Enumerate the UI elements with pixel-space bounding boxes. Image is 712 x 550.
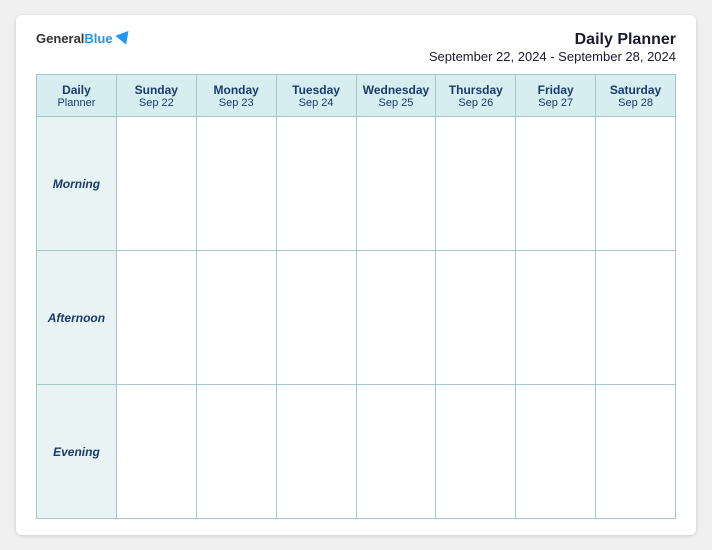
day-date-tue: Sep 24: [280, 97, 353, 109]
cell-morning-mon[interactable]: [196, 117, 276, 251]
header-row: Daily Planner Sunday Sep 22 Monday Sep 2…: [37, 75, 676, 117]
cell-afternoon-sat[interactable]: [596, 251, 676, 385]
row-label-morning: Morning: [37, 117, 117, 251]
cell-morning-wed[interactable]: [356, 117, 436, 251]
cell-evening-sat[interactable]: [596, 385, 676, 519]
day-name-thu: Thursday: [439, 83, 512, 97]
cell-afternoon-sun[interactable]: [116, 251, 196, 385]
label-col-line1: Daily: [40, 83, 113, 97]
cell-evening-mon[interactable]: [196, 385, 276, 519]
day-date-sat: Sep 28: [599, 97, 672, 109]
row-afternoon: Afternoon: [37, 251, 676, 385]
logo-text: GeneralBlue: [36, 31, 113, 47]
day-name-sun: Sunday: [120, 83, 193, 97]
cell-morning-tue[interactable]: [276, 117, 356, 251]
cell-evening-tue[interactable]: [276, 385, 356, 519]
day-date-sun: Sep 22: [120, 97, 193, 109]
cell-afternoon-mon[interactable]: [196, 251, 276, 385]
day-name-sat: Saturday: [599, 83, 672, 97]
title-area: Daily Planner September 22, 2024 - Septe…: [429, 31, 676, 64]
col-header-sun: Sunday Sep 22: [116, 75, 196, 117]
cell-evening-wed[interactable]: [356, 385, 436, 519]
col-header-thu: Thursday Sep 26: [436, 75, 516, 117]
cell-morning-sun[interactable]: [116, 117, 196, 251]
col-header-mon: Monday Sep 23: [196, 75, 276, 117]
logo-area: GeneralBlue: [36, 31, 131, 47]
day-name-wed: Wednesday: [360, 83, 433, 97]
cell-afternoon-thu[interactable]: [436, 251, 516, 385]
page: GeneralBlue Daily Planner September 22, …: [16, 15, 696, 535]
col-header-label: Daily Planner: [37, 75, 117, 117]
row-evening: Evening: [37, 385, 676, 519]
row-label-evening: Evening: [37, 385, 117, 519]
cell-afternoon-wed[interactable]: [356, 251, 436, 385]
cell-afternoon-fri[interactable]: [516, 251, 596, 385]
day-date-thu: Sep 26: [439, 97, 512, 109]
cell-morning-sat[interactable]: [596, 117, 676, 251]
logo-blue: Blue: [84, 31, 112, 46]
logo-triangle-icon: [115, 31, 132, 47]
cell-evening-thu[interactable]: [436, 385, 516, 519]
day-name-tue: Tuesday: [280, 83, 353, 97]
day-name-mon: Monday: [200, 83, 273, 97]
calendar-table: Daily Planner Sunday Sep 22 Monday Sep 2…: [36, 74, 676, 519]
header: GeneralBlue Daily Planner September 22, …: [36, 31, 676, 64]
day-date-wed: Sep 25: [360, 97, 433, 109]
col-header-tue: Tuesday Sep 24: [276, 75, 356, 117]
planner-title: Daily Planner: [429, 31, 676, 49]
col-header-wed: Wednesday Sep 25: [356, 75, 436, 117]
cell-morning-thu[interactable]: [436, 117, 516, 251]
cell-afternoon-tue[interactable]: [276, 251, 356, 385]
row-morning: Morning: [37, 117, 676, 251]
cell-morning-fri[interactable]: [516, 117, 596, 251]
label-col-line2: Planner: [40, 97, 113, 109]
day-date-mon: Sep 23: [200, 97, 273, 109]
day-date-fri: Sep 27: [519, 97, 592, 109]
cell-evening-sun[interactable]: [116, 385, 196, 519]
col-header-fri: Friday Sep 27: [516, 75, 596, 117]
logo-general: General: [36, 31, 84, 46]
planner-subtitle: September 22, 2024 - September 28, 2024: [429, 49, 676, 64]
cell-evening-fri[interactable]: [516, 385, 596, 519]
col-header-sat: Saturday Sep 28: [596, 75, 676, 117]
day-name-fri: Friday: [519, 83, 592, 97]
row-label-afternoon: Afternoon: [37, 251, 117, 385]
